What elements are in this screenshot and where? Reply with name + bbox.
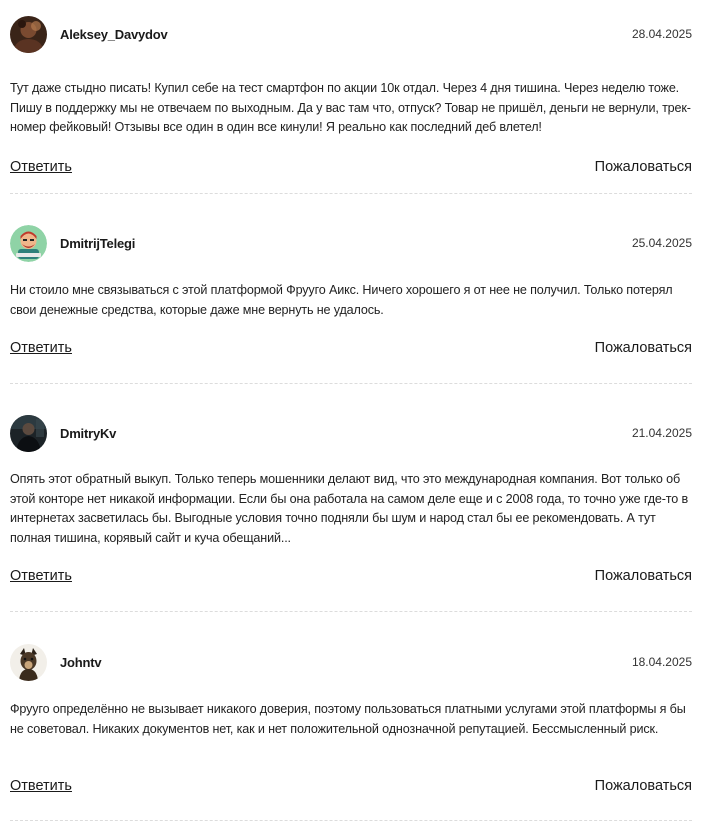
- comments-list: Aleksey_Davydov 28.04.2025 Тут даже стыд…: [10, 15, 692, 821]
- user-photo-icon: [10, 414, 47, 452]
- comment-header: Johntv 18.04.2025: [10, 643, 692, 681]
- report-link[interactable]: Пожаловаться: [595, 568, 692, 584]
- comment-item: Aleksey_Davydov 28.04.2025 Тут даже стыд…: [10, 15, 692, 194]
- comment-date: 28.04.2025: [631, 27, 692, 41]
- comment-actions: Ответить Пожаловаться: [10, 568, 692, 584]
- comment-text: Тут даже стыдно писать! Купил себе на те…: [10, 81, 691, 134]
- comment-header: DmitrijTelegi 25.04.2025: [10, 224, 692, 262]
- comment-date: 18.04.2025: [631, 655, 692, 669]
- comment-actions: Ответить Пожаловаться: [10, 159, 692, 175]
- comment-item: Johntv 18.04.2025 Фрууго определённо не …: [10, 612, 692, 821]
- report-link[interactable]: Пожаловаться: [595, 159, 692, 175]
- comment-date: 25.04.2025: [631, 236, 692, 250]
- comment-item: DmitryKv 21.04.2025 Опять этот обратный …: [10, 384, 692, 612]
- reply-link[interactable]: Ответить: [10, 568, 72, 584]
- dog-photo-icon: [10, 643, 47, 681]
- username[interactable]: Aleksey_Davydov: [60, 27, 632, 42]
- comment-text: Фрууго определённо не вызывает никакого …: [10, 702, 686, 736]
- reply-link[interactable]: Ответить: [10, 159, 72, 175]
- reply-link[interactable]: Ответить: [10, 340, 72, 356]
- comment-text: Ни стоило мне связываться с этой платфор…: [10, 283, 673, 317]
- username[interactable]: Johntv: [60, 655, 632, 670]
- comment-date: 21.04.2025: [631, 426, 692, 440]
- comment-header: Aleksey_Davydov 28.04.2025: [10, 15, 692, 53]
- avatar[interactable]: [10, 414, 47, 452]
- comment-text: Опять этот обратный выкуп. Только теперь…: [10, 472, 689, 545]
- avatar[interactable]: [10, 224, 47, 262]
- reply-link[interactable]: Ответить: [10, 778, 72, 794]
- comment-header: DmitryKv 21.04.2025: [10, 414, 692, 452]
- comment-item: DmitrijTelegi 25.04.2025 Ни стоило мне с…: [10, 194, 692, 384]
- avatar[interactable]: [10, 15, 47, 53]
- username[interactable]: DmitrijTelegi: [60, 236, 632, 251]
- user-photo-icon: [10, 15, 47, 53]
- report-link[interactable]: Пожаловаться: [595, 778, 692, 794]
- comment-actions: Ответить Пожаловаться: [10, 340, 692, 356]
- username[interactable]: DmitryKv: [60, 426, 632, 441]
- user-cartoon-icon: [10, 224, 47, 262]
- comment-actions: Ответить Пожаловаться: [10, 778, 692, 794]
- report-link[interactable]: Пожаловаться: [595, 340, 692, 356]
- avatar[interactable]: [10, 643, 47, 681]
